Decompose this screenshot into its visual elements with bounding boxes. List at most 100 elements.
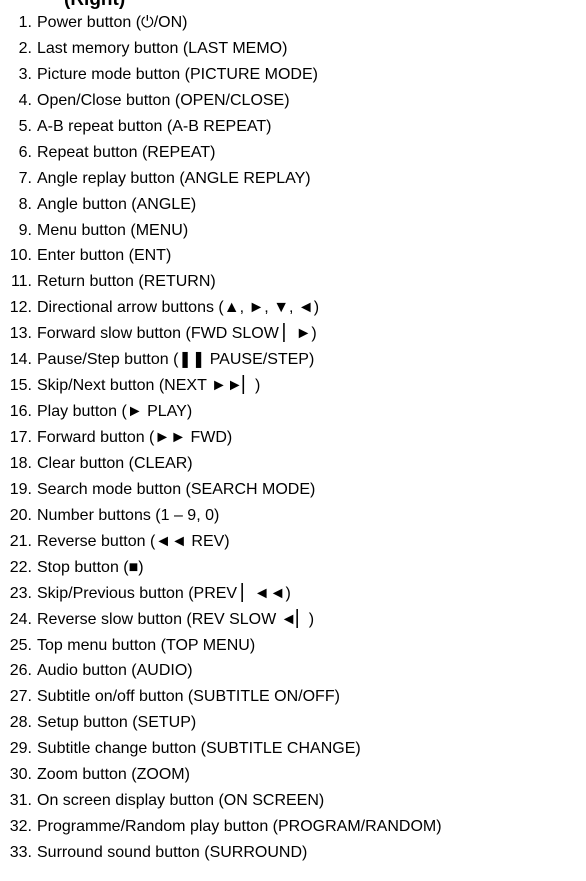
list-item: 9. Menu button (MENU)	[0, 218, 586, 244]
item-number: 31.	[9, 792, 32, 810]
item-number: 17.	[9, 429, 32, 446]
item-text: Reverse slow button (REV SLOW ◄▏)	[37, 610, 315, 628]
item-number: 30.	[9, 766, 32, 784]
document-page: (Right) 1. Power button (⏻/ON) 2. Last memo…	[0, 0, 586, 881]
list-item: 28. Setup button (SETUP)	[0, 710, 586, 736]
item-text: Number buttons (1 – 9, 0)	[37, 506, 220, 524]
item-number: 13.	[9, 325, 32, 343]
list-item: 16. Play button (► PLAY)	[0, 399, 586, 425]
list-item: 18. Clear button (CLEAR)	[0, 451, 586, 477]
item-text: Skip/Previous button (PREV ▏◄◄)	[37, 584, 291, 602]
item-text: Top menu button (TOP MENU)	[37, 636, 256, 654]
item-text: Surround sound button (SURROUND)	[37, 844, 308, 861]
list-item: 8. Angle button (ANGLE)	[0, 192, 586, 218]
item-text: Power button (⏻/ON)	[37, 14, 188, 31]
item-text: Open/Close button (OPEN/CLOSE)	[37, 91, 290, 109]
item-text: Subtitle change button (SUBTITLE CHANGE)	[37, 740, 361, 758]
item-number: 10.	[9, 247, 32, 265]
item-text: Search mode button (SEARCH MODE)	[37, 480, 316, 498]
list-item: 29. Subtitle change button (SUBTITLE CHAN…	[0, 736, 586, 762]
button-list: 1. Power button (⏻/ON) 2. Last memory butto…	[0, 10, 586, 866]
item-text: Skip/Next button (NEXT ►►▏)	[37, 377, 261, 395]
list-item: 33. Surround sound button (SURROUND)	[0, 840, 586, 866]
item-number: 32.	[9, 818, 32, 836]
item-number: 20.	[9, 506, 32, 524]
item-text: Audio button (AUDIO)	[37, 662, 193, 680]
item-text: Play button (► PLAY)	[37, 403, 193, 421]
item-text: Clear button (CLEAR)	[37, 454, 193, 472]
item-number: 2.	[18, 39, 32, 57]
list-item: 11. Return button (RETURN)	[0, 269, 586, 295]
list-item: 12. Directional arrow buttons (▲, ►, ▼, ◄…	[0, 295, 586, 321]
list-item: 32. Programme/Random play button (PROGRAM…	[0, 814, 586, 840]
list-item: 17. Forward button (►► FWD)	[0, 425, 586, 451]
item-number: 4.	[18, 91, 32, 109]
item-text: Pause/Step button (❚❚ PAUSE/STEP)	[37, 351, 315, 369]
list-item: 3. Picture mode button (PICTURE MODE)	[0, 62, 586, 88]
list-item: 31. On screen display button (ON SCREEN)	[0, 788, 586, 814]
item-number: 23.	[9, 584, 32, 602]
item-number: 12.	[9, 299, 32, 317]
item-number: 14.	[9, 351, 32, 369]
item-number: 22.	[9, 558, 32, 576]
item-number: 15.	[9, 377, 32, 395]
item-text: Picture mode button (PICTURE MODE)	[37, 65, 318, 83]
item-text: Last memory button (LAST MEMO)	[37, 39, 288, 57]
list-item: 14. Pause/Step button (❚❚ PAUSE/STEP)	[0, 347, 586, 373]
item-text: Programme/Random play button (PROGRAM/RA…	[37, 818, 442, 836]
item-text: Setup button (SETUP)	[37, 714, 197, 732]
list-item: 1. Power button (⏻/ON)	[0, 10, 586, 36]
item-text: Menu button (MENU)	[37, 221, 189, 239]
item-number: 29.	[9, 740, 32, 758]
item-text: Return button (RETURN)	[37, 273, 216, 291]
list-item: 20. Number buttons (1 – 9, 0)	[0, 503, 586, 529]
list-item: 27. Subtitle on/off button (SUBTITLE ON/O…	[0, 684, 586, 710]
list-item: 30. Zoom button (ZOOM)	[0, 762, 586, 788]
item-number: 19.	[9, 480, 32, 498]
list-item: 23. Skip/Previous button (PREV ▏◄◄)	[0, 581, 586, 607]
list-item: 4. Open/Close button (OPEN/CLOSE)	[0, 88, 586, 114]
item-number: 28.	[9, 714, 32, 732]
list-item: 21. Reverse button (◄◄ REV)	[0, 529, 586, 555]
item-text: Subtitle on/off button (SUBTITLE ON/OFF)	[37, 688, 340, 706]
list-item: 13. Forward slow button (FWD SLOW ▏►)	[0, 321, 586, 347]
item-number: 3.	[18, 65, 32, 83]
list-item: 25. Top menu button (TOP MENU)	[0, 633, 586, 659]
item-number: 18.	[9, 454, 32, 472]
item-text: Zoom button (ZOOM)	[37, 766, 190, 784]
item-text: Repeat button (REPEAT)	[37, 143, 216, 161]
list-item: 7. Angle replay button (ANGLE REPLAY)	[0, 166, 586, 192]
section-heading: (Right)	[64, 0, 125, 10]
list-item: 19. Search mode button (SEARCH MODE)	[0, 477, 586, 503]
item-text: Forward slow button (FWD SLOW ▏►)	[37, 325, 317, 343]
list-item: 2. Last memory button (LAST MEMO)	[0, 36, 586, 62]
item-number: 26.	[9, 662, 32, 680]
list-item: 10. Enter button (ENT)	[0, 243, 586, 269]
list-item: 15. Skip/Next button (NEXT ►►▏)	[0, 373, 586, 399]
item-number: 33.	[9, 844, 32, 861]
item-number: 16.	[9, 403, 32, 421]
list-item: 24. Reverse slow button (REV SLOW ◄▏)	[0, 607, 586, 633]
item-text: Directional arrow buttons (▲, ►, ▼, ◄)	[37, 299, 320, 317]
item-number: 7.	[18, 169, 32, 187]
list-item: 6. Repeat button (REPEAT)	[0, 140, 586, 166]
item-number: 27.	[9, 688, 32, 706]
item-number: 8.	[18, 195, 32, 213]
item-text: A-B repeat button (A-B REPEAT)	[37, 117, 272, 135]
list-item: 22. Stop button (■)	[0, 555, 586, 581]
item-number: 11.	[10, 273, 32, 291]
item-number: 5.	[18, 117, 32, 135]
list-item: 26. Audio button (AUDIO)	[0, 658, 586, 684]
item-text: On screen display button (ON SCREEN)	[37, 792, 325, 810]
item-text: Reverse button (◄◄ REV)	[37, 532, 230, 550]
item-number: 21.	[9, 532, 32, 550]
item-text: Stop button (■)	[37, 558, 144, 576]
item-text: Forward button (►► FWD)	[37, 429, 233, 446]
item-text: Angle replay button (ANGLE REPLAY)	[37, 169, 311, 187]
item-number: 24.	[9, 610, 32, 628]
item-text: Angle button (ANGLE)	[37, 195, 197, 213]
item-number: 1.	[18, 14, 32, 31]
item-number: 9.	[18, 221, 32, 239]
item-number: 6.	[18, 143, 32, 161]
item-text: Enter button (ENT)	[37, 247, 172, 265]
